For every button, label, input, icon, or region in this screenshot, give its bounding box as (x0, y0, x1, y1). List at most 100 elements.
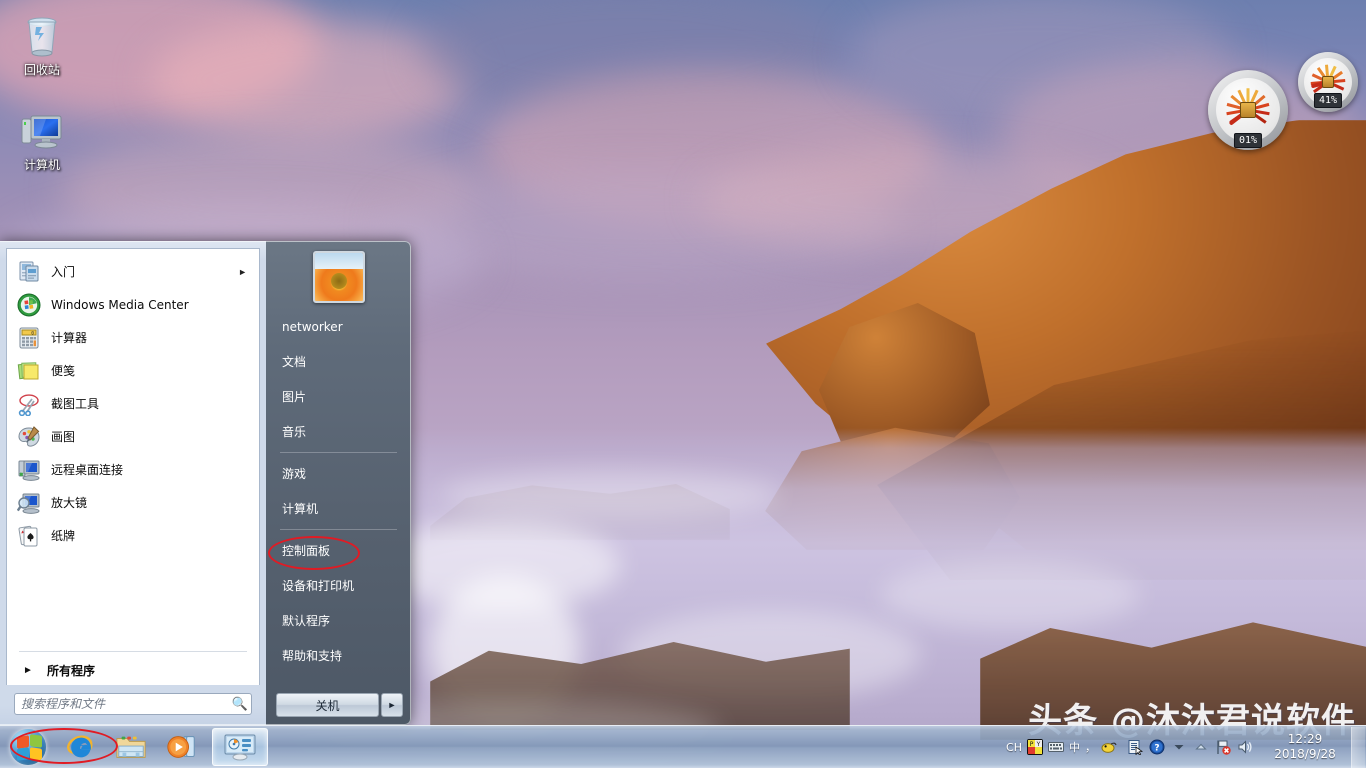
taskbar-window-control-panel[interactable] (212, 728, 268, 766)
folder-icon (115, 733, 147, 761)
show-desktop-button[interactable] (1351, 727, 1365, 768)
start-place-computer[interactable]: 计算机 (266, 491, 411, 526)
ime-logo-icon[interactable]: P Y (1027, 739, 1043, 755)
ime-punctuation-label[interactable]: ， (1085, 739, 1096, 755)
start-place-games[interactable]: 游戏 (266, 456, 411, 491)
chevron-down-icon[interactable] (1171, 739, 1187, 755)
start-place-control-panel[interactable]: 控制面板 (266, 533, 411, 568)
svg-text:P: P (1030, 741, 1034, 748)
start-item-windows-media-center[interactable]: Windows Media Center (7, 288, 259, 321)
start-item-magnifier[interactable]: 放大镜 (7, 486, 259, 519)
divider (280, 452, 397, 453)
system-tray: CH P Y (1002, 726, 1366, 768)
sticky-notes-icon (17, 359, 41, 383)
ime-keyboard-icon[interactable] (1048, 739, 1064, 755)
start-place-help-and-support[interactable]: 帮助和支持 (266, 638, 411, 673)
start-menu-places-panel: networker 文档 图片 音乐 游戏 计算机 控制面板 (266, 241, 411, 725)
start-item-solitaire[interactable]: 纸牌 (7, 519, 259, 552)
start-item-calculator[interactable]: 0 计算器 (7, 321, 259, 354)
cpu-readout: 01% (1234, 133, 1262, 148)
recycle-bin-icon (18, 12, 66, 60)
remote-desktop-icon (17, 458, 41, 482)
start-place-pictures[interactable]: 图片 (266, 379, 411, 414)
desktop-icon-computer[interactable]: 计算机 (4, 107, 80, 172)
media-player-icon (165, 733, 197, 761)
search-input[interactable] (15, 694, 229, 714)
place-label: 帮助和支持 (282, 647, 342, 664)
start-place-documents[interactable]: 文档 (266, 344, 411, 379)
memory-readout: 41% (1314, 93, 1342, 108)
place-label: 游戏 (282, 465, 306, 482)
all-programs-label: 所有程序 (47, 662, 95, 679)
windows-logo-icon (10, 729, 46, 765)
start-item-label: 纸牌 (51, 527, 75, 544)
desktop-icon-label: 计算机 (4, 158, 80, 172)
computer-icon (18, 107, 66, 155)
start-menu[interactable]: 入门 ► Wi (0, 241, 411, 725)
document-cursor-icon[interactable] (1127, 739, 1143, 755)
start-place-music[interactable]: 音乐 (266, 414, 411, 449)
network-error-icon[interactable] (1215, 739, 1231, 755)
help-icon[interactable]: ? (1149, 739, 1165, 755)
wallpaper-surf (440, 470, 780, 520)
tray-icons: ? (1127, 739, 1253, 755)
start-item-label: 计算器 (51, 329, 87, 346)
start-item-label: 便笺 (51, 362, 75, 379)
search-box[interactable]: 🔍 (14, 693, 252, 715)
taskbar-windows-media-player[interactable] (158, 728, 204, 766)
ime-soft-keyboard-icon[interactable] (1101, 739, 1117, 755)
taskbar-internet-explorer[interactable]: e (58, 728, 104, 766)
start-item-label: Windows Media Center (51, 298, 189, 312)
clock[interactable]: 12:29 2018/9/28 (1259, 726, 1351, 768)
paint-icon (17, 425, 41, 449)
start-item-label: 截图工具 (51, 395, 99, 412)
cpu-meter[interactable]: 01% (1208, 70, 1288, 150)
search-icon[interactable]: 🔍 (229, 696, 251, 712)
start-menu-programs-inner: 入门 ► Wi (6, 248, 260, 685)
start-item-remote-desktop[interactable]: 远程桌面连接 (7, 453, 259, 486)
svg-text:0: 0 (31, 330, 34, 336)
svg-text:e: e (76, 739, 85, 758)
volume-icon[interactable] (1237, 739, 1253, 755)
taskbar[interactable]: e (0, 725, 1366, 768)
cpu-meter-gadget[interactable]: 41% 01% (1208, 52, 1358, 152)
ime-toolbar[interactable]: CH P Y (1002, 734, 1121, 760)
start-item-snipping-tool[interactable]: 截图工具 (7, 387, 259, 420)
start-menu-programs-panel: 入门 ► Wi (0, 241, 266, 725)
magnifier-icon (17, 491, 41, 515)
taskbar-buttons: e (58, 728, 204, 766)
snipping-tool-icon (17, 392, 41, 416)
start-place-devices-and-printers[interactable]: 设备和打印机 (266, 568, 411, 603)
ime-language-label[interactable]: CH (1006, 741, 1022, 754)
cpu-chip-icon (1240, 102, 1256, 118)
start-place-username[interactable]: networker (266, 309, 411, 344)
start-item-getting-started[interactable]: 入门 ► (7, 255, 259, 288)
taskbar-windows-explorer[interactable] (108, 728, 154, 766)
clock-date: 2018/9/28 (1274, 747, 1336, 762)
memory-meter[interactable]: 41% (1298, 52, 1358, 112)
start-button[interactable] (2, 728, 54, 767)
getting-started-icon (17, 260, 41, 284)
shutdown-row: 关机 ► (266, 693, 411, 717)
place-label: 文档 (282, 353, 306, 370)
ime-mode-label[interactable]: 中 (1069, 739, 1080, 755)
start-item-label: 放大镜 (51, 494, 87, 511)
shutdown-options-arrow[interactable]: ► (381, 693, 403, 717)
desktop[interactable]: 回收站 计算机 (0, 0, 1366, 768)
chevron-right-icon: ► (238, 267, 247, 277)
divider (19, 651, 247, 652)
desktop-icon-recycle-bin[interactable]: 回收站 (4, 12, 80, 77)
clock-time: 12:29 (1288, 732, 1323, 747)
chevron-up-icon[interactable] (1193, 739, 1209, 755)
start-place-default-programs[interactable]: 默认程序 (266, 603, 411, 638)
avatar[interactable] (313, 251, 365, 303)
memory-chip-icon (1322, 76, 1334, 88)
start-item-paint[interactable]: 画图 (7, 420, 259, 453)
start-item-sticky-notes[interactable]: 便笺 (7, 354, 259, 387)
taskbar-window-list (212, 728, 268, 766)
place-label: 默认程序 (282, 612, 330, 629)
place-label: 控制面板 (282, 542, 330, 559)
shutdown-button[interactable]: 关机 (276, 693, 379, 717)
place-label: 计算机 (282, 500, 318, 517)
all-programs-button[interactable]: ► 所有程序 (7, 655, 259, 685)
